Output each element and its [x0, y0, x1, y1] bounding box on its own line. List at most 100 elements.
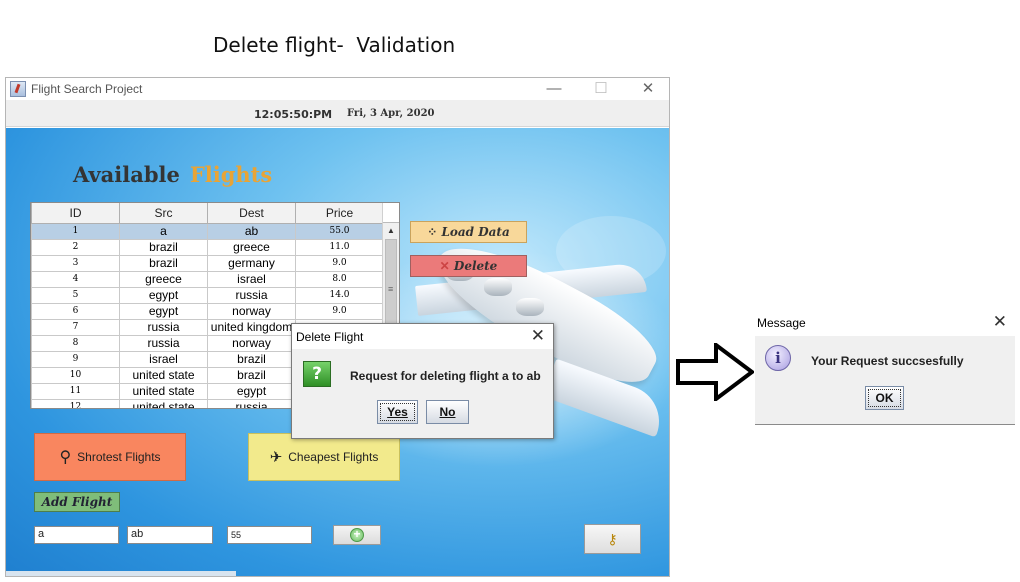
cell-id: 10 — [31, 366, 120, 384]
info-icon: i — [765, 345, 791, 371]
cell-src: russia — [119, 334, 208, 352]
key-icon: ⚷ — [607, 530, 618, 547]
message-title: Message — [757, 316, 806, 330]
cell-id: 11 — [31, 382, 120, 400]
cell-dest: russia — [207, 286, 296, 304]
message-dialog: Message ✕ i Your Request succsesfully OK — [755, 311, 1015, 425]
maximize-button[interactable]: ☐ — [586, 79, 616, 99]
delete-flight-dialog: Delete Flight ✕ ? Request for deleting f… — [291, 323, 554, 439]
cell-src: greece — [119, 270, 208, 288]
cell-id: 4 — [31, 270, 120, 288]
cell-src: united state — [119, 366, 208, 384]
no-button[interactable]: No — [426, 400, 469, 424]
cell-id: 1 — [31, 222, 120, 240]
scroll-up-arrow[interactable]: ▲ — [383, 224, 399, 238]
no-label: No — [439, 405, 456, 419]
cell-src: united state — [119, 382, 208, 400]
delete-button[interactable]: ✕ Delete — [410, 255, 527, 277]
yes-button[interactable]: Yes — [377, 400, 418, 424]
table-row[interactable]: 2 brazil greece 11.0 — [31, 238, 384, 256]
add-flight-button[interactable]: Add Flight — [34, 492, 120, 512]
price-input[interactable]: 55 — [227, 526, 312, 544]
shortest-flights-label: Shrotest Flights — [77, 450, 161, 464]
add-button[interactable]: + — [333, 525, 381, 545]
column-header-dest[interactable]: Dest — [207, 203, 296, 224]
cell-id: 8 — [31, 334, 120, 352]
column-header-price[interactable]: Price — [295, 203, 384, 224]
cell-id: 5 — [31, 286, 120, 304]
cell-id: 3 — [31, 254, 120, 272]
window-titlebar: Flight Search Project — ☐ ✕ — [6, 78, 669, 100]
ok-button[interactable]: OK — [865, 386, 904, 410]
cell-dest: united kingdom — [207, 318, 296, 336]
table-row[interactable]: 5 egypt russia 14.0 — [31, 286, 384, 304]
clock-time: 12:05:50:PM — [254, 108, 333, 121]
plus-circle-icon: + — [350, 528, 364, 542]
cell-price: 9.0 — [295, 254, 384, 272]
cell-id: 6 — [31, 302, 120, 320]
question-icon: ? — [303, 361, 331, 387]
src-input[interactable]: a — [34, 526, 119, 544]
dest-input[interactable]: ab — [127, 526, 213, 544]
right-arrow-icon — [676, 343, 754, 401]
load-data-button[interactable]: ⁘ Load Data — [410, 221, 527, 243]
column-header-id[interactable]: ID — [31, 203, 120, 224]
cheapest-flights-label: Cheapest Flights — [288, 450, 379, 464]
dialog-message: Request for deleting flight a to ab — [350, 369, 541, 383]
cell-dest: greece — [207, 238, 296, 256]
slide-caption: Delete flight- Validation — [213, 33, 456, 57]
close-button[interactable]: ✕ — [633, 79, 663, 99]
airplane-engine — [516, 298, 544, 316]
title-word-available: Available — [73, 162, 180, 187]
cell-src: russia — [119, 318, 208, 336]
message-titlebar: Message ✕ — [755, 311, 1015, 336]
cross-icon: ✕ — [439, 259, 450, 273]
airplane-engine — [484, 278, 512, 296]
dialog-close-button[interactable]: ✕ — [531, 326, 545, 346]
cell-dest: russia — [207, 398, 296, 408]
yes-label: Yes — [387, 405, 408, 419]
shortest-flights-button[interactable]: ⚲ Shrotest Flights — [34, 433, 186, 481]
cell-src: brazil — [119, 238, 208, 256]
cell-dest: brazil — [207, 366, 296, 384]
table-row[interactable]: 4 greece israel 8.0 — [31, 270, 384, 288]
cell-src: united state — [119, 398, 208, 408]
column-header-src[interactable]: Src — [119, 203, 208, 224]
page-title: Available Flights — [73, 162, 272, 187]
cell-dest: norway — [207, 302, 296, 320]
cell-price: 11.0 — [295, 238, 384, 256]
cell-dest: israel — [207, 270, 296, 288]
message-close-button[interactable]: ✕ — [993, 312, 1007, 332]
scrollbar-corner — [383, 203, 399, 223]
satellite-icon: ✈ — [269, 449, 283, 466]
table-row[interactable]: 1 a ab 55.0 — [31, 222, 384, 240]
cell-src: israel — [119, 350, 208, 368]
table-row[interactable]: 3 brazil germany 9.0 — [31, 254, 384, 272]
cell-price: 9.0 — [295, 302, 384, 320]
bottom-strip — [6, 571, 236, 576]
message-text: Your Request succsesfully — [811, 354, 964, 368]
cell-src: a — [119, 222, 208, 240]
minimize-button[interactable]: — — [539, 79, 569, 99]
window-title: Flight Search Project — [31, 82, 143, 96]
cell-dest: egypt — [207, 382, 296, 400]
cell-dest: brazil — [207, 350, 296, 368]
search-key-button[interactable]: ⚷ — [584, 524, 641, 554]
dialog-titlebar: Delete Flight ✕ — [292, 324, 553, 349]
load-data-label: Load Data — [441, 225, 510, 239]
cell-dest: germany — [207, 254, 296, 272]
cell-id: 12 — [31, 398, 120, 408]
delete-label: Delete — [453, 259, 498, 273]
location-route-icon: ⚲ — [59, 449, 72, 466]
cell-price: 55.0 — [295, 222, 384, 240]
cell-src: egypt — [119, 286, 208, 304]
cell-dest: norway — [207, 334, 296, 352]
table-row[interactable]: 6 egypt norway 9.0 — [31, 302, 384, 320]
cell-price: 14.0 — [295, 286, 384, 304]
cell-id: 9 — [31, 350, 120, 368]
title-word-flights: Flights — [189, 162, 273, 187]
clock-date: Fri, 3 Apr, 2020 — [347, 108, 435, 119]
cell-id: 7 — [31, 318, 120, 336]
cheapest-flights-button[interactable]: ✈ Cheapest Flights — [248, 433, 400, 481]
cell-price: 8.0 — [295, 270, 384, 288]
